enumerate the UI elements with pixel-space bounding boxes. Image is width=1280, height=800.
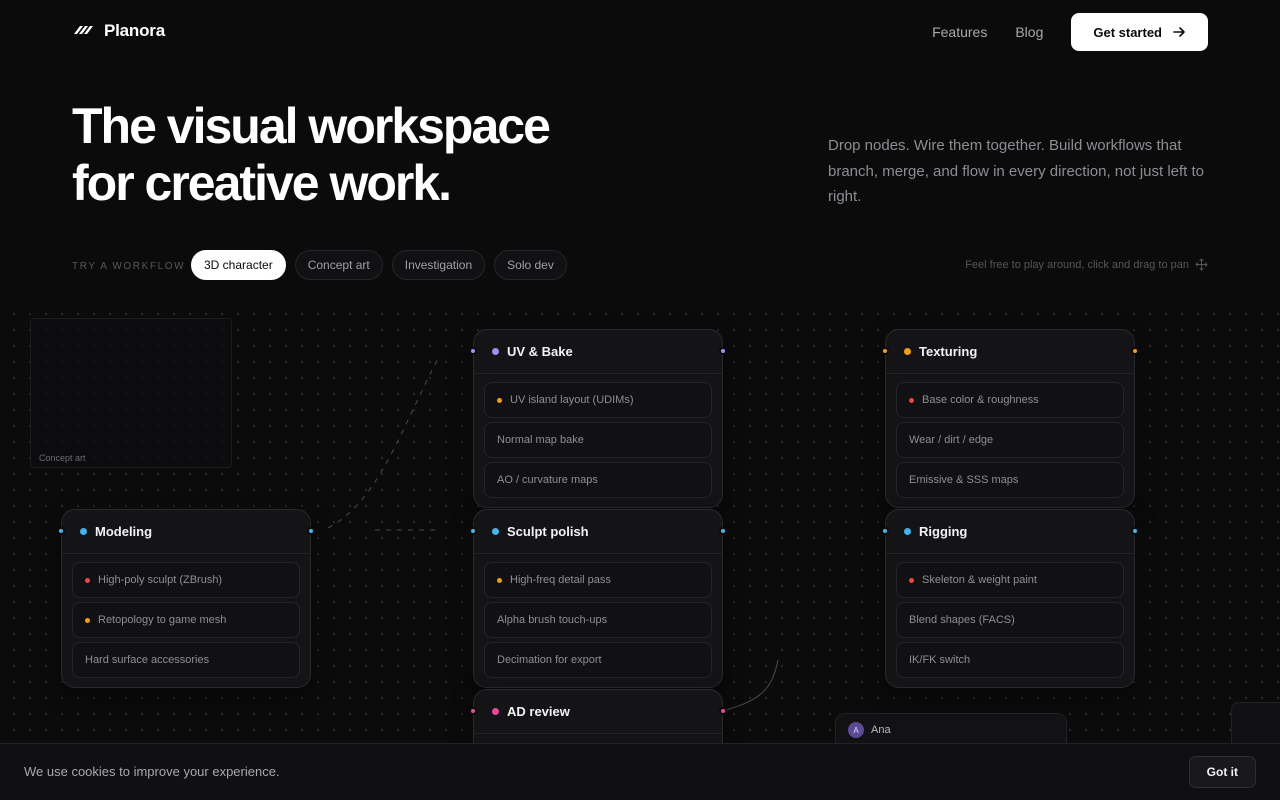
node-item[interactable]: Wear / dirt / edge	[896, 422, 1124, 458]
node-uv-bake[interactable]: UV & Bake UV island layout (UDIMs) Norma…	[469, 329, 727, 508]
node-item[interactable]: Emissive & SSS maps	[896, 462, 1124, 498]
collaborator-name: Ana	[871, 724, 891, 736]
avatar: A	[848, 722, 864, 738]
input-port[interactable]	[469, 707, 477, 715]
node-item[interactable]: High-freq detail pass	[484, 562, 712, 598]
node-item[interactable]: Decimation for export	[484, 642, 712, 678]
top-nav: Features Blog Get started	[932, 13, 1208, 51]
node-item-label: Skeleton & weight paint	[922, 574, 1037, 586]
cookie-accept-button[interactable]: Got it	[1188, 756, 1256, 788]
workflow-tab-solo-dev[interactable]: Solo dev	[494, 250, 567, 280]
input-port[interactable]	[881, 347, 889, 355]
workflow-canvas[interactable]: Concept art Modeling High-poly sculpt (Z…	[0, 300, 1280, 800]
input-port[interactable]	[881, 527, 889, 535]
brand-name: Planora	[104, 21, 165, 40]
cookie-text: We use cookies to improve your experienc…	[24, 764, 280, 779]
wire-sculpt-ad	[725, 659, 779, 711]
input-port[interactable]	[469, 347, 477, 355]
node-item-label: Wear / dirt / edge	[909, 434, 994, 446]
workflow-label: TRY A WORKFLOW	[72, 261, 186, 272]
input-port[interactable]	[469, 527, 477, 535]
node-item[interactable]: IK/FK switch	[896, 642, 1124, 678]
node-item-label: Blend shapes (FACS)	[909, 614, 1015, 626]
node-item-label: Base color & roughness	[922, 394, 1039, 406]
node-item-label: Emissive & SSS maps	[909, 474, 1019, 486]
output-port[interactable]	[1131, 347, 1139, 355]
node-title: AD review	[507, 704, 570, 719]
output-port[interactable]	[1131, 527, 1139, 535]
node-texturing[interactable]: Texturing Base color & roughness Wear / …	[881, 329, 1139, 508]
brand[interactable]: Planora	[72, 20, 165, 42]
node-color-dot	[80, 528, 87, 535]
node-sculpt-polish[interactable]: Sculpt polish High-freq detail pass Alph…	[469, 509, 727, 688]
get-started-label: Get started	[1093, 24, 1162, 40]
hero-title-line2: for creative work.	[72, 155, 452, 211]
node-item-label: High-freq detail pass	[510, 574, 611, 586]
status-dot	[85, 577, 90, 583]
output-port[interactable]	[719, 527, 727, 535]
node-title: Texturing	[919, 344, 978, 359]
node-title: Sculpt polish	[507, 524, 589, 539]
node-color-dot	[904, 528, 911, 535]
hero-description: Drop nodes. Wire them together. Build wo…	[828, 137, 1205, 205]
node-color-dot	[904, 348, 911, 355]
output-port[interactable]	[307, 527, 315, 535]
cookie-banner: We use cookies to improve your experienc…	[0, 743, 1280, 800]
stripes-logo-icon	[74, 26, 93, 34]
node-item-label: Alpha brush touch-ups	[497, 614, 608, 626]
node-item[interactable]: High-poly sculpt (ZBrush)	[72, 562, 300, 598]
node-item[interactable]: Normal map bake	[484, 422, 712, 458]
node-modeling[interactable]: Modeling High-poly sculpt (ZBrush) Retop…	[57, 509, 315, 688]
output-port[interactable]	[719, 347, 727, 355]
input-port[interactable]	[57, 527, 65, 535]
nav-features-link[interactable]: Features	[932, 24, 987, 40]
node-item[interactable]: UV island layout (UDIMs)	[484, 382, 712, 418]
node-title: UV & Bake	[507, 344, 573, 359]
workflow-tab-3d-character[interactable]: 3D character	[191, 250, 286, 280]
node-item[interactable]: Alpha brush touch-ups	[484, 602, 712, 638]
hero-title: The visual workspace for creative work.	[72, 98, 692, 212]
nav-blog-link[interactable]: Blog	[1015, 24, 1043, 40]
node-item-label: High-poly sculpt (ZBrush)	[98, 574, 223, 586]
node-item-label: Hard surface accessories	[85, 654, 210, 666]
node-item-label: Decimation for export	[497, 654, 602, 666]
get-started-button[interactable]: Get started	[1071, 13, 1208, 51]
node-item[interactable]: Hard surface accessories	[72, 642, 300, 678]
node-color-dot	[492, 348, 499, 355]
pan-hint-text: Feel free to play around, click and drag…	[965, 258, 1189, 271]
wire-modeling-uv	[327, 354, 441, 529]
ghost-concept-art-card[interactable]: Concept art	[30, 318, 232, 468]
arrow-right-icon	[1173, 27, 1185, 37]
pan-hint: Feel free to play around, click and drag…	[965, 258, 1208, 271]
node-rigging[interactable]: Rigging Skeleton & weight paint Blend sh…	[881, 509, 1139, 688]
node-color-dot	[492, 528, 499, 535]
workflow-tabs: 3D character Concept art Investigation S…	[191, 250, 567, 280]
ghost-card-label: Concept art	[39, 453, 86, 463]
move-icon	[1195, 258, 1208, 271]
status-dot	[85, 617, 90, 623]
status-dot	[909, 577, 914, 583]
output-port[interactable]	[719, 707, 727, 715]
status-dot	[497, 397, 502, 403]
workflow-tab-concept-art[interactable]: Concept art	[294, 250, 383, 280]
status-dot	[909, 397, 914, 403]
workflow-tab-investigation[interactable]: Investigation	[391, 250, 486, 280]
node-item[interactable]: Retopology to game mesh	[72, 602, 300, 638]
node-title: Rigging	[919, 524, 968, 539]
node-color-dot	[492, 708, 499, 715]
node-item-label: Retopology to game mesh	[98, 614, 227, 626]
hero-title-line1: The visual workspace	[72, 98, 551, 154]
node-item-label: AO / curvature maps	[497, 474, 598, 486]
node-item[interactable]: Blend shapes (FACS)	[896, 602, 1124, 638]
node-item-label: UV island layout (UDIMs)	[510, 394, 634, 406]
node-title: Modeling	[95, 524, 153, 539]
node-item-label: Normal map bake	[497, 434, 584, 446]
node-item[interactable]: Base color & roughness	[896, 382, 1124, 418]
node-item[interactable]: Skeleton & weight paint	[896, 562, 1124, 598]
node-item[interactable]: AO / curvature maps	[484, 462, 712, 498]
status-dot	[497, 577, 502, 583]
node-item-label: IK/FK switch	[909, 654, 971, 666]
